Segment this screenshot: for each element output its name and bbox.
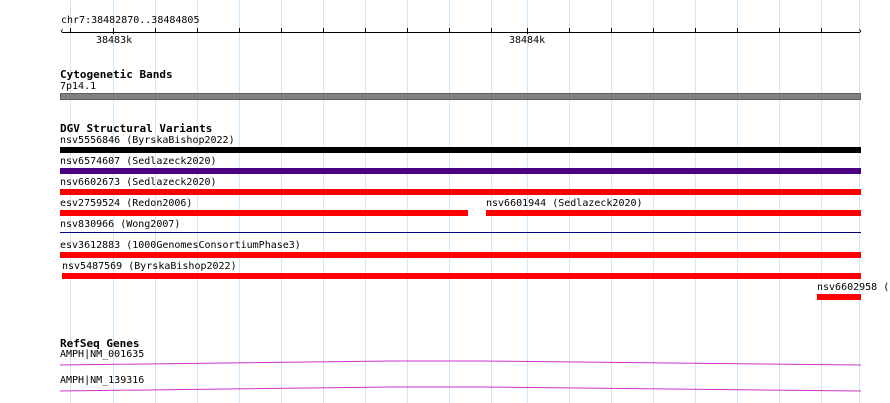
dgv-feature-label: nsv6601944 (Sedlazeck2020) bbox=[486, 198, 643, 209]
dgv-feature-bar[interactable] bbox=[60, 232, 861, 233]
dgv-feature-label: nsv6602958 (S bbox=[817, 282, 890, 293]
dgv-feature-bar[interactable] bbox=[486, 210, 861, 216]
dgv-feature-bar[interactable] bbox=[62, 273, 861, 279]
cytoband-bar[interactable] bbox=[60, 93, 861, 100]
ruler-tick-label: 38484k bbox=[509, 35, 546, 46]
ruler-line bbox=[62, 32, 860, 33]
ruler-right-arrow-icon: › bbox=[857, 26, 864, 37]
dgv-feature-label: nsv6602673 (Sedlazeck2020) bbox=[60, 177, 217, 188]
dgv-feature-label: esv3612883 (1000GenomesConsortiumPhase3) bbox=[60, 240, 301, 251]
cytoband-label: 7p14.1 bbox=[60, 81, 97, 92]
ruler-tick-label: 38483k bbox=[96, 35, 133, 46]
dgv-feature-bar[interactable] bbox=[60, 168, 861, 174]
dgv-feature-bar[interactable] bbox=[60, 147, 861, 153]
dgv-feature-bar[interactable] bbox=[60, 189, 861, 195]
ruler-region-label: chr7:38482870..38484805 bbox=[61, 15, 200, 26]
cytoband-track-title[interactable]: Cytogenetic Bands bbox=[60, 68, 173, 81]
dgv-feature-bar[interactable] bbox=[817, 294, 861, 300]
dgv-feature-label: nsv5487569 (ByrskaBishop2022) bbox=[62, 261, 237, 272]
dgv-track-title[interactable]: DGV Structural Variants bbox=[60, 122, 212, 135]
dgv-feature-bar[interactable] bbox=[60, 252, 861, 258]
dgv-feature-bar[interactable] bbox=[60, 210, 468, 216]
dgv-feature-label: nsv830966 (Wong2007) bbox=[60, 219, 181, 230]
refseq-gene-model[interactable] bbox=[60, 358, 861, 370]
dgv-feature-label: nsv5556846 (ByrskaBishop2022) bbox=[60, 135, 235, 146]
refseq-gene-model[interactable] bbox=[60, 384, 861, 396]
dgv-feature-label: nsv6574607 (Sedlazeck2020) bbox=[60, 156, 217, 167]
ruler-left-arrow-icon: ‹ bbox=[59, 26, 66, 37]
dgv-feature-label: esv2759524 (Redon2006) bbox=[60, 198, 193, 209]
